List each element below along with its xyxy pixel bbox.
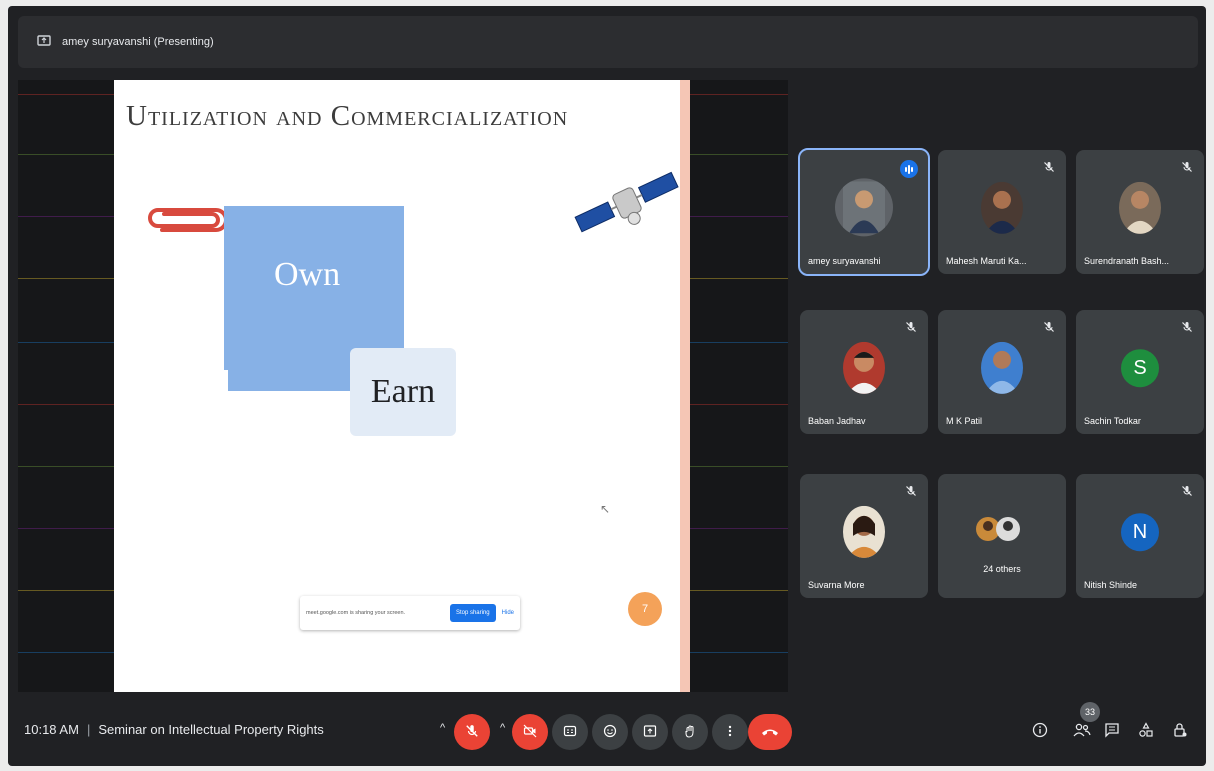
participant-name: amey suryavanshi <box>808 256 881 266</box>
mic-off-icon <box>1180 160 1194 174</box>
share-message: meet.google.com is sharing your screen. <box>306 610 406 616</box>
host-controls-button[interactable] <box>1168 720 1192 744</box>
leave-call-button[interactable] <box>748 714 792 750</box>
mic-off-icon <box>1042 160 1056 174</box>
others-count: 24 others <box>983 564 1021 574</box>
participant-tile[interactable]: Suvarna More <box>800 474 928 598</box>
satellite-icon <box>572 158 682 253</box>
mouse-cursor-icon: ↖ <box>600 502 611 516</box>
meeting-details: 10:18 AM | Seminar on Intellectual Propert… <box>24 722 324 737</box>
slide-page-number: 7 <box>628 592 662 626</box>
earn-label: Earn <box>370 373 436 410</box>
stop-sharing-button[interactable]: Stop sharing <box>449 604 496 622</box>
participant-name: M K Patil <box>946 416 983 426</box>
avatar <box>843 341 885 394</box>
meeting-info-button[interactable] <box>1028 720 1052 744</box>
mic-off-icon <box>465 724 479 741</box>
chevron-up-icon[interactable]: ^ <box>500 722 505 734</box>
more-options-button[interactable] <box>712 714 748 750</box>
avatar <box>1119 181 1161 234</box>
presenter-bar: amey suryavanshi (Presenting) <box>18 16 1198 68</box>
participant-tile[interactable]: N Nitish Shinde <box>1076 474 1204 598</box>
participant-tile[interactable]: S Sachin Todkar <box>1076 310 1204 434</box>
avatar <box>981 341 1023 394</box>
present-button[interactable] <box>632 714 668 750</box>
more-icon <box>723 724 737 741</box>
participant-name: Suvarna More <box>808 580 865 590</box>
avatar <box>843 505 885 558</box>
participant-name: Surendranath Bash... <box>1084 256 1170 266</box>
raise-hand-icon <box>683 724 697 741</box>
chat-button[interactable] <box>1100 720 1124 744</box>
hide-button[interactable]: Hide <box>502 610 514 616</box>
participant-tile[interactable]: M K Patil <box>938 310 1066 434</box>
people-icon <box>1073 722 1091 742</box>
meeting-title: Seminar on Intellectual Property Rights <box>98 722 324 737</box>
speaking-indicator-icon <box>900 160 918 178</box>
participant-name: Nitish Shinde <box>1084 580 1138 590</box>
presentation-stage: Utilization and Commercialization Own Ea… <box>18 80 788 692</box>
avatar <box>835 178 893 237</box>
raise-hand-button[interactable] <box>672 714 708 750</box>
screen-share-notice: meet.google.com is sharing your screen. … <box>300 596 520 630</box>
meet-window: amey suryavanshi (Presenting) Utilizatio… <box>8 6 1206 766</box>
shared-slide: Utilization and Commercialization Own Ea… <box>114 80 690 692</box>
participant-name: Baban Jadhav <box>808 416 866 426</box>
participant-tile[interactable]: Baban Jadhav <box>800 310 928 434</box>
people-button[interactable] <box>1070 720 1094 744</box>
emoji-icon <box>603 724 617 741</box>
mic-off-icon <box>904 320 918 334</box>
meeting-time: 10:18 AM <box>24 722 79 737</box>
cam-off-icon <box>523 724 537 741</box>
host-controls-icon <box>1172 722 1188 742</box>
avatar-initial: N <box>1121 513 1159 552</box>
chevron-up-icon[interactable]: ^ <box>440 722 445 734</box>
avatar-initial: S <box>1121 349 1159 388</box>
present-icon <box>643 724 657 741</box>
participant-name: Sachin Todkar <box>1084 416 1141 426</box>
camera-toggle-button[interactable] <box>512 714 548 750</box>
own-label: Own <box>274 256 341 293</box>
info-icon <box>1032 722 1048 742</box>
mic-toggle-button[interactable] <box>454 714 490 750</box>
own-box-notch <box>214 370 228 394</box>
paperclip-icon <box>142 198 234 243</box>
emoji-button[interactable] <box>592 714 628 750</box>
activities-icon <box>1138 722 1154 742</box>
captions-icon <box>563 724 577 741</box>
participant-tile[interactable]: Mahesh Maruti Ka... <box>938 150 1066 274</box>
bottom-toolbar: 10:18 AM | Seminar on Intellectual Propert… <box>8 696 1206 766</box>
activities-button[interactable] <box>1134 720 1158 744</box>
earn-box: Earn <box>350 348 456 436</box>
avatar <box>981 181 1023 234</box>
others-tile[interactable]: 24 others <box>938 474 1066 598</box>
slide-title: Utilization and Commercialization <box>126 100 569 132</box>
participant-tile[interactable]: amey suryavanshi <box>798 148 930 276</box>
mic-off-icon <box>904 484 918 498</box>
mic-off-icon <box>1180 320 1194 334</box>
chat-icon <box>1104 722 1120 742</box>
captions-button[interactable] <box>552 714 588 750</box>
mic-off-icon <box>1042 320 1056 334</box>
end-call-icon <box>761 724 779 740</box>
participant-tile[interactable]: Surendranath Bash... <box>1076 150 1204 274</box>
others-avatars <box>974 514 1030 549</box>
participant-name: Mahesh Maruti Ka... <box>946 256 1027 266</box>
presenter-name: amey suryavanshi (Presenting) <box>62 36 214 48</box>
mic-off-icon <box>1180 484 1194 498</box>
participant-count-badge: 33 <box>1080 702 1100 722</box>
presenting-icon <box>34 32 54 52</box>
